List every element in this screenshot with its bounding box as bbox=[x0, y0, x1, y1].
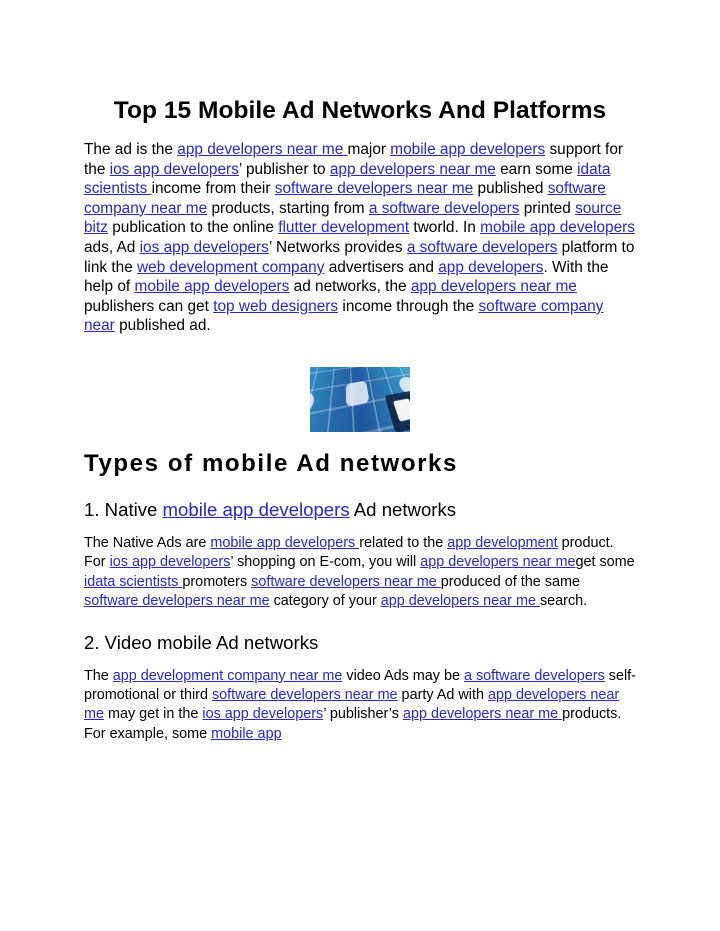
inline-text: produced of the same bbox=[440, 573, 580, 590]
subheading-native-ad-networks: 1. Native mobile app developers Ad netwo… bbox=[84, 498, 636, 522]
inline-link[interactable]: mobile app developers bbox=[135, 278, 290, 295]
inline-link[interactable]: app developers near me bbox=[403, 706, 562, 722]
page-title: Top 15 Mobile Ad Networks And Platforms bbox=[113, 97, 607, 124]
inline-link[interactable]: ios app developers bbox=[110, 161, 239, 178]
inline-text: The Native Ads are bbox=[84, 534, 211, 551]
inline-link[interactable]: mobile app developers bbox=[480, 219, 635, 236]
inline-link[interactable]: app development bbox=[447, 535, 557, 551]
app-icons-grid-image bbox=[310, 366, 410, 432]
inline-text: 2. Video mobile Ad networks bbox=[84, 631, 319, 653]
inline-link[interactable]: a software developers bbox=[464, 668, 605, 684]
inline-text: ’ Networks provides bbox=[268, 238, 407, 256]
inline-link[interactable]: app developers near me bbox=[177, 141, 347, 158]
paragraph-video-ads: The app development company near me vide… bbox=[84, 667, 636, 745]
inline-text: products, starting from bbox=[207, 199, 369, 217]
figure-container bbox=[84, 366, 636, 433]
inline-link[interactable]: ios app developers bbox=[140, 239, 269, 256]
inline-link[interactable]: app development company near me bbox=[113, 668, 343, 684]
inline-text: advertisers and bbox=[324, 258, 439, 276]
document-page: Top 15 Mobile Ad Networks And Platforms … bbox=[0, 0, 720, 931]
inline-text: income from their bbox=[151, 180, 275, 198]
inline-link[interactable]: app developers near me bbox=[330, 161, 496, 178]
subheading-video-ad-networks: 2. Video mobile Ad networks bbox=[84, 631, 636, 655]
inline-link[interactable]: mobile app developers bbox=[163, 499, 350, 520]
inline-text: income through the bbox=[338, 297, 479, 315]
inline-text: may get in the bbox=[104, 706, 203, 723]
inline-text: The bbox=[84, 667, 113, 684]
inline-text: Ad networks bbox=[349, 498, 457, 520]
inline-text: category of your bbox=[269, 593, 381, 610]
inline-text: ’ publisher’s bbox=[323, 706, 403, 723]
inline-link[interactable]: app developers bbox=[438, 259, 543, 276]
inline-link[interactable]: idata scientists bbox=[84, 574, 182, 590]
inline-link[interactable]: software developers near me bbox=[251, 574, 441, 590]
inline-text: ’ shopping on E-com, you will bbox=[230, 554, 421, 571]
inline-text: ads, Ad bbox=[84, 238, 140, 256]
inline-link[interactable]: flutter development bbox=[278, 219, 409, 236]
inline-text: publication to the online bbox=[107, 219, 279, 237]
inline-text: earn some bbox=[495, 160, 578, 178]
paragraph-intro: The ad is the app developers near me maj… bbox=[84, 140, 636, 336]
inline-text: 1. Native bbox=[84, 498, 163, 520]
inline-link[interactable]: software developers near me bbox=[275, 180, 473, 197]
inline-link[interactable]: a software developers bbox=[407, 239, 558, 256]
inline-link[interactable]: app developers near me bbox=[381, 593, 540, 609]
inline-link[interactable]: a software developers bbox=[369, 200, 520, 217]
section-heading-types: Types of mobile Ad networks bbox=[84, 449, 458, 477]
inline-link[interactable]: mobile app developers bbox=[390, 141, 545, 158]
inline-link[interactable]: app developers near me bbox=[411, 278, 577, 295]
inline-text: get some bbox=[575, 554, 635, 571]
inline-text: ’ publisher to bbox=[238, 160, 330, 178]
inline-text: search. bbox=[539, 593, 588, 610]
inline-text: video Ads may be bbox=[342, 667, 464, 684]
inline-text: ad networks, the bbox=[289, 278, 411, 296]
inline-text: printed bbox=[519, 199, 576, 217]
inline-text: The ad is the bbox=[84, 141, 178, 158]
inline-link[interactable]: software developers near me bbox=[212, 687, 398, 703]
inline-text: published ad. bbox=[114, 317, 211, 335]
inline-link[interactable]: software developers near me bbox=[84, 593, 270, 609]
inline-text: publishers can get bbox=[84, 297, 214, 315]
inline-link[interactable]: mobile app developers bbox=[210, 535, 359, 551]
document-content: Top 15 Mobile Ad Networks And Platforms … bbox=[84, 96, 636, 744]
inline-link[interactable]: app developers near me bbox=[420, 554, 575, 570]
inline-text: major bbox=[347, 141, 391, 158]
inline-link[interactable]: web development company bbox=[137, 259, 324, 276]
inline-link[interactable]: mobile app bbox=[211, 726, 281, 742]
inline-text: party Ad with bbox=[397, 686, 488, 703]
inline-text: related to the bbox=[359, 534, 448, 551]
inline-link[interactable]: ios app developers bbox=[202, 706, 323, 722]
inline-text: promoters bbox=[182, 573, 252, 590]
inline-text: published bbox=[473, 180, 548, 198]
inline-text: tworld. In bbox=[409, 219, 481, 237]
inline-link[interactable]: top web designers bbox=[213, 298, 338, 315]
paragraph-native-ads: The Native Ads are mobile app developers… bbox=[84, 534, 636, 612]
inline-link[interactable]: ios app developers bbox=[110, 554, 231, 570]
